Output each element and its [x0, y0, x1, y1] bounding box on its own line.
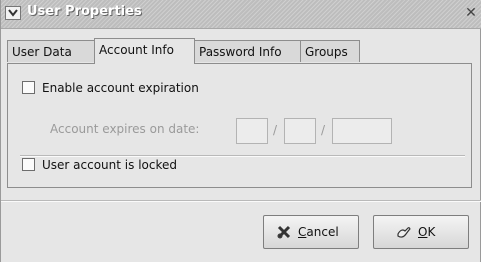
expires-on-label: Account expires on date:: [50, 122, 200, 136]
account-locked-checkbox[interactable]: [22, 158, 35, 171]
chevron-down-icon: [8, 9, 18, 17]
tab-password-info[interactable]: Password Info: [194, 40, 301, 62]
cancel-button[interactable]: Cancel: [263, 215, 359, 249]
account-info-panel: Enable account expiration Account expire…: [7, 63, 472, 188]
expiry-month-field[interactable]: [236, 118, 268, 144]
date-separator: /: [321, 123, 326, 137]
ok-button-label: OK: [418, 225, 436, 239]
date-separator: /: [273, 123, 278, 137]
window-menu-button[interactable]: [5, 6, 21, 20]
tab-groups[interactable]: Groups: [300, 40, 360, 62]
titlebar[interactable]: User Properties ✕: [1, 0, 481, 29]
cancel-x-icon: [277, 225, 291, 239]
enable-expiration-checkbox[interactable]: [22, 81, 35, 94]
tab-user-data[interactable]: User Data: [7, 40, 95, 62]
enable-expiration-label: Enable account expiration: [42, 81, 199, 95]
user-properties-dialog: User Properties ✕ User Data Account Info…: [0, 0, 481, 262]
expiry-year-field[interactable]: [332, 118, 392, 144]
cancel-button-label: Cancel: [298, 225, 339, 239]
expiry-day-field[interactable]: [284, 118, 316, 144]
close-icon[interactable]: ✕: [464, 6, 478, 20]
button-area-divider: [1, 200, 481, 202]
ok-hand-icon: [397, 227, 411, 238]
tab-account-info[interactable]: Account Info: [94, 38, 195, 64]
account-locked-label: User account is locked: [42, 158, 177, 172]
ok-button[interactable]: OK: [373, 215, 469, 249]
window-title: User Properties: [27, 4, 142, 19]
